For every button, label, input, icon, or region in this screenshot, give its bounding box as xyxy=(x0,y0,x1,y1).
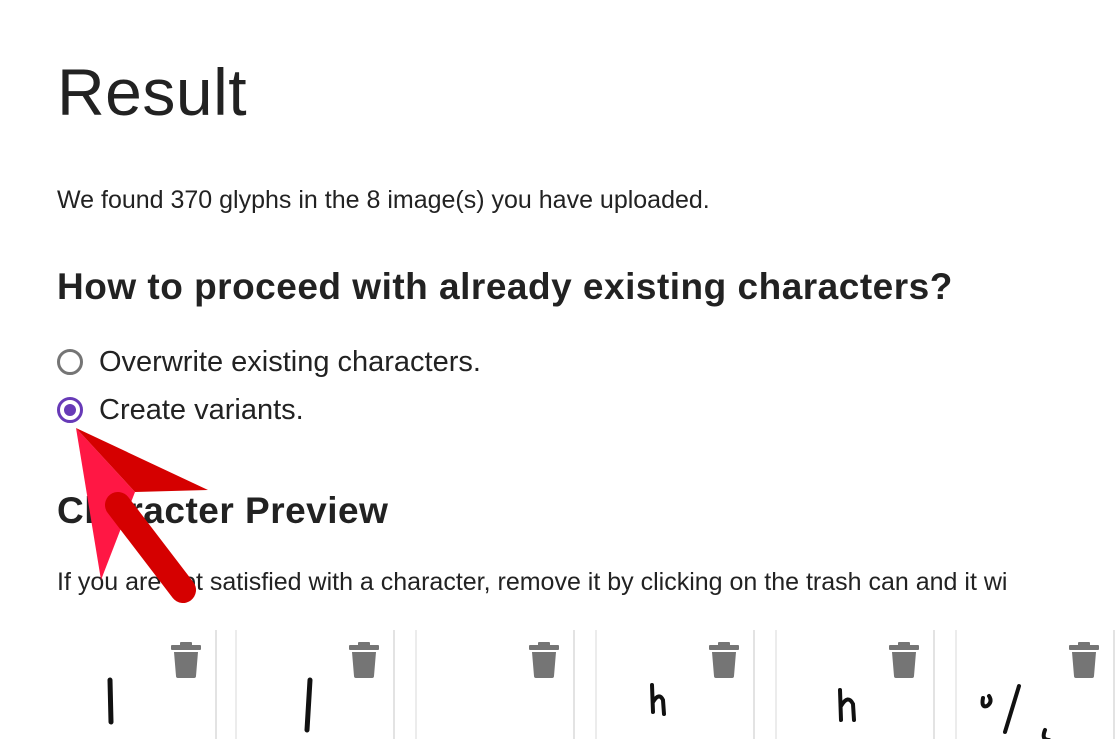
preview-instructions: If you are not satisfied with a characte… xyxy=(57,568,1008,596)
character-card xyxy=(775,630,935,739)
page-title: Result xyxy=(57,55,248,129)
character-preview-heading: Character Preview xyxy=(57,490,389,531)
character-card xyxy=(235,630,395,739)
trash-icon[interactable] xyxy=(529,642,559,678)
radio-variants-option[interactable]: Create variants. xyxy=(57,392,304,428)
proceed-heading: How to proceed with already existing cha… xyxy=(57,266,953,307)
glyph-image xyxy=(107,677,114,725)
character-card xyxy=(595,630,755,739)
radio-variants-label: Create variants. xyxy=(99,393,304,426)
result-page: Result We found 370 glyphs in the 8 imag… xyxy=(0,0,1118,739)
glyph-image xyxy=(838,688,856,722)
character-card xyxy=(955,630,1115,739)
radio-overwrite[interactable] xyxy=(57,349,83,375)
radio-variants[interactable] xyxy=(57,397,83,423)
character-card xyxy=(415,630,575,739)
radio-overwrite-option[interactable]: Overwrite existing characters. xyxy=(57,344,481,380)
upload-summary: We found 370 glyphs in the 8 image(s) yo… xyxy=(57,186,710,214)
glyph-image xyxy=(980,684,1051,739)
glyph-image xyxy=(304,677,313,733)
character-card xyxy=(57,630,217,739)
character-card-list xyxy=(57,630,1118,739)
radio-overwrite-label: Overwrite existing characters. xyxy=(99,345,481,378)
glyph-image xyxy=(650,683,666,716)
